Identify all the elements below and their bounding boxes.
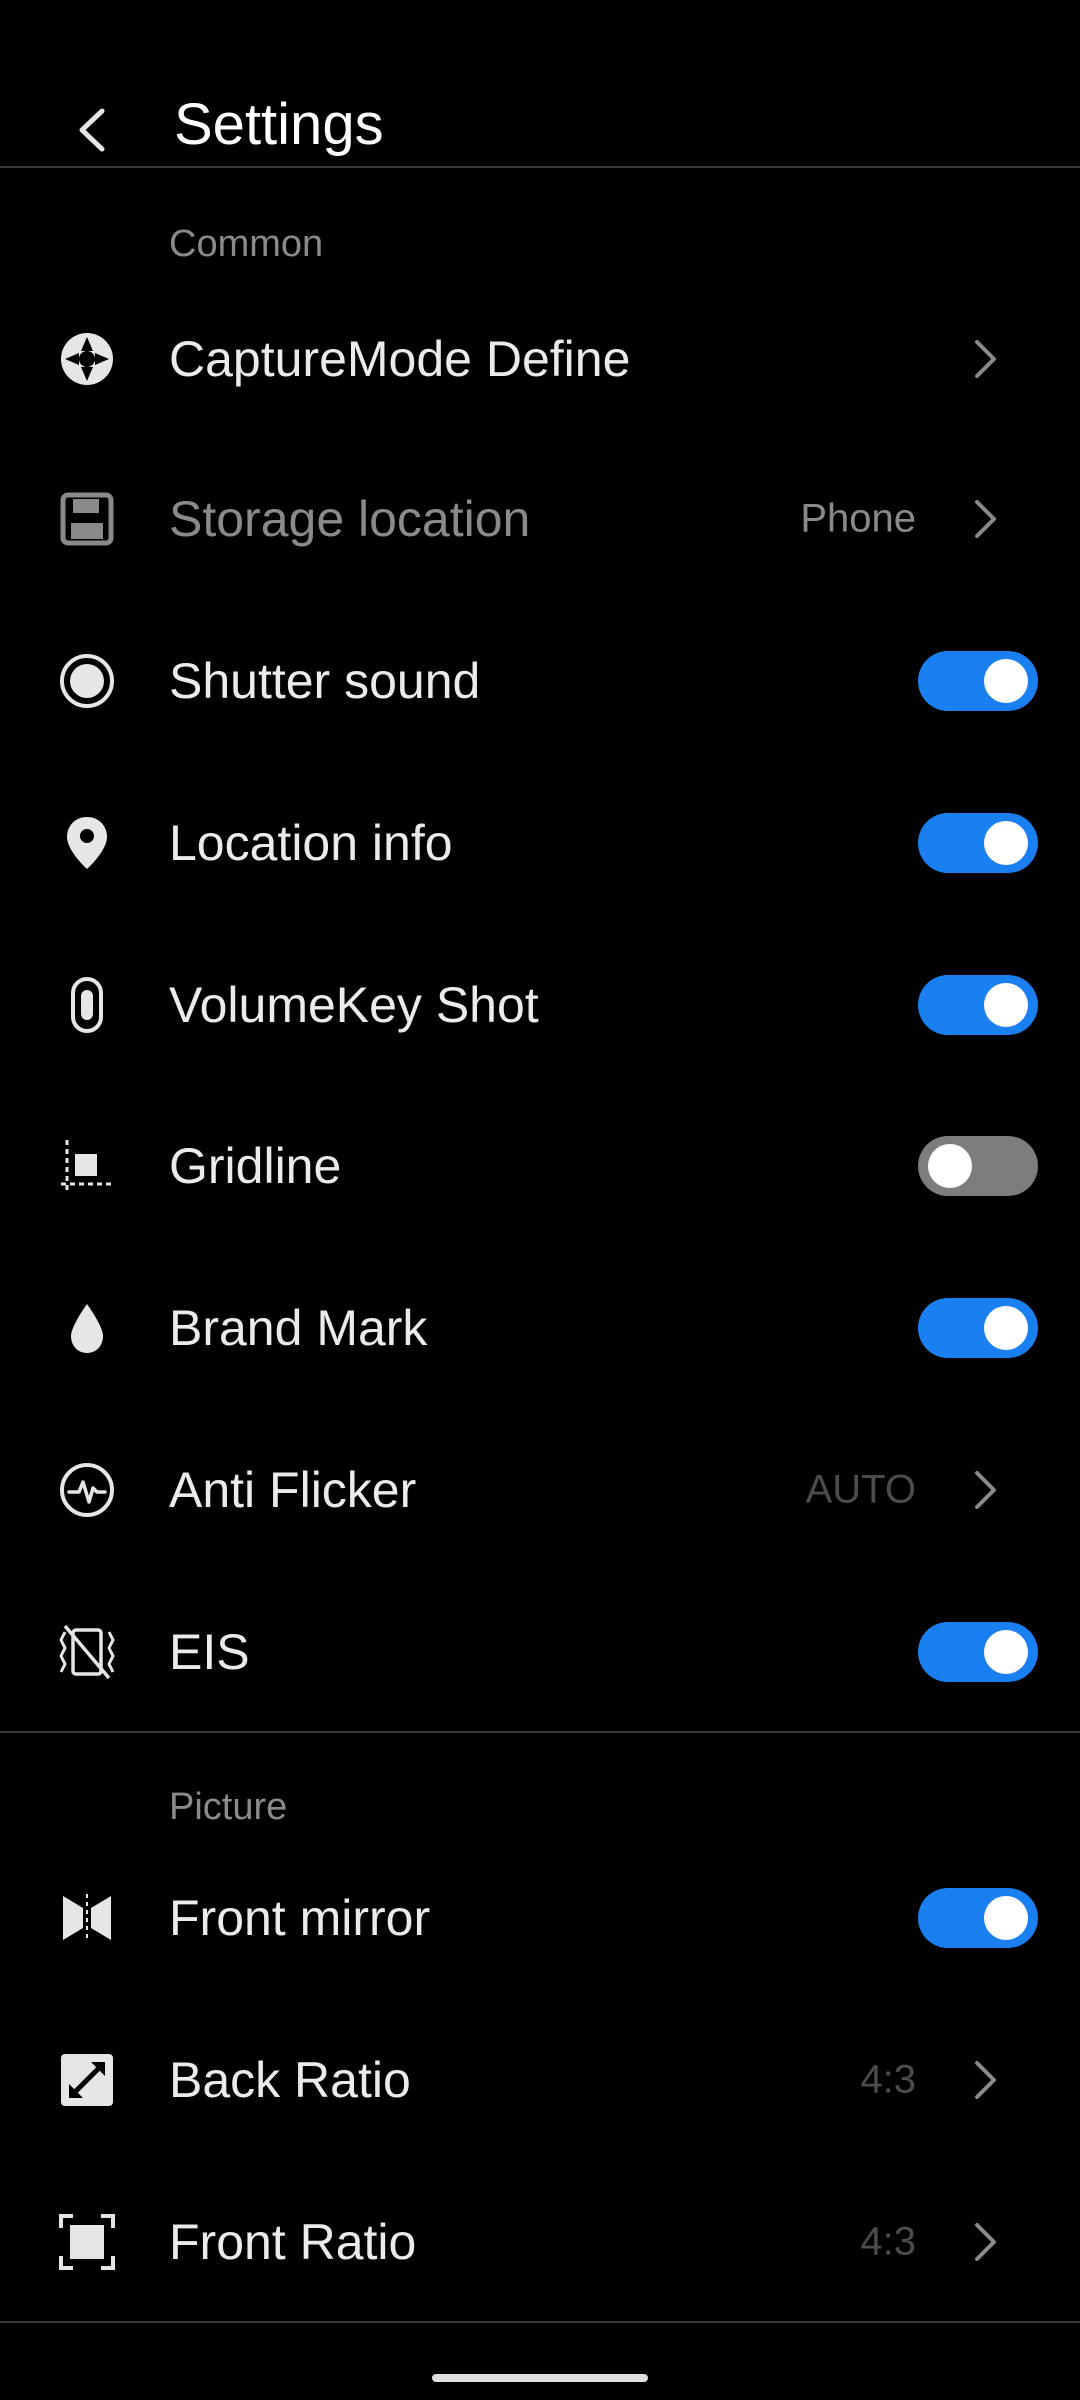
row-label: Brand Mark [169, 1300, 428, 1356]
volume-key-toggle[interactable] [918, 975, 1038, 1035]
row-value: 4:3 [860, 2057, 916, 2102]
brand-mark-toggle[interactable] [918, 1298, 1038, 1358]
row-label: VolumeKey Shot [169, 977, 539, 1033]
row-label: EIS [169, 1624, 250, 1680]
shutter-sound-toggle[interactable] [918, 651, 1038, 711]
row-label: Back Ratio [169, 2052, 411, 2108]
gridline-toggle[interactable] [918, 1136, 1038, 1196]
row-label: Front Ratio [169, 2214, 417, 2270]
row-volume-key-shot[interactable]: VolumeKey Shot [0, 924, 1080, 1086]
toggle-knob [984, 1896, 1028, 1940]
section-divider [0, 1731, 1080, 1733]
back-arrow-icon [79, 108, 105, 152]
row-back-ratio[interactable]: Back Ratio 4:3 [0, 1999, 1080, 2161]
row-location-info[interactable]: Location info [0, 762, 1080, 924]
chevron-right-icon [960, 2217, 1010, 2267]
chevron-right-icon [960, 2055, 1010, 2105]
drop-icon [52, 1293, 122, 1363]
row-front-ratio[interactable]: Front Ratio 4:3 [0, 2161, 1080, 2323]
page-title: Settings [174, 92, 384, 157]
floppy-disk-icon [52, 484, 122, 554]
toggle-knob [928, 1144, 972, 1188]
location-pin-icon [52, 808, 122, 878]
toggle-knob [984, 821, 1028, 865]
row-anti-flicker[interactable]: Anti Flicker AUTO [0, 1409, 1080, 1571]
resize-arrow-icon [52, 2045, 122, 2115]
row-gridline[interactable]: Gridline [0, 1085, 1080, 1247]
row-storage-location[interactable]: Storage location Phone [0, 438, 1080, 600]
section-label-common: Common [169, 223, 324, 265]
row-shutter-sound[interactable]: Shutter sound [0, 600, 1080, 762]
bottom-divider [0, 2321, 1080, 2323]
row-label: CaptureMode Define [169, 331, 631, 387]
shutter-circle-icon [52, 646, 122, 716]
aperture-icon [52, 324, 122, 394]
section-label-picture: Picture [169, 1786, 288, 1828]
row-value: Phone [800, 496, 916, 541]
toggle-knob [984, 983, 1028, 1027]
row-value: AUTO [805, 1467, 916, 1512]
toggle-knob [984, 1630, 1028, 1674]
row-value: 4:3 [860, 2219, 916, 2264]
eis-toggle[interactable] [918, 1622, 1038, 1682]
row-label: Anti Flicker [169, 1462, 417, 1518]
row-label: Shutter sound [169, 653, 481, 709]
pulse-circle-icon [52, 1455, 122, 1525]
row-label: Storage location [169, 491, 531, 547]
row-eis[interactable]: EIS [0, 1571, 1080, 1733]
toggle-knob [984, 659, 1028, 703]
chevron-right-icon [960, 334, 1010, 384]
home-indicator[interactable] [432, 2374, 648, 2382]
row-label: Front mirror [169, 1890, 431, 1946]
row-front-mirror[interactable]: Front mirror [0, 1837, 1080, 1999]
stabilization-icon [52, 1617, 122, 1687]
mirror-icon [52, 1883, 122, 1953]
location-info-toggle[interactable] [918, 813, 1038, 873]
gridline-icon [52, 1131, 122, 1201]
app-header: Settings [0, 0, 1080, 168]
back-button[interactable] [50, 88, 134, 172]
toggle-knob [984, 1306, 1028, 1350]
frame-icon [52, 2207, 122, 2277]
front-mirror-toggle[interactable] [918, 1888, 1038, 1948]
row-brand-mark[interactable]: Brand Mark [0, 1247, 1080, 1409]
chevron-right-icon [960, 494, 1010, 544]
row-capture-mode[interactable]: CaptureMode Define [0, 278, 1080, 440]
row-label: Location info [169, 815, 453, 871]
row-label: Gridline [169, 1138, 342, 1194]
chevron-right-icon [960, 1465, 1010, 1515]
volume-key-icon [52, 970, 122, 1040]
